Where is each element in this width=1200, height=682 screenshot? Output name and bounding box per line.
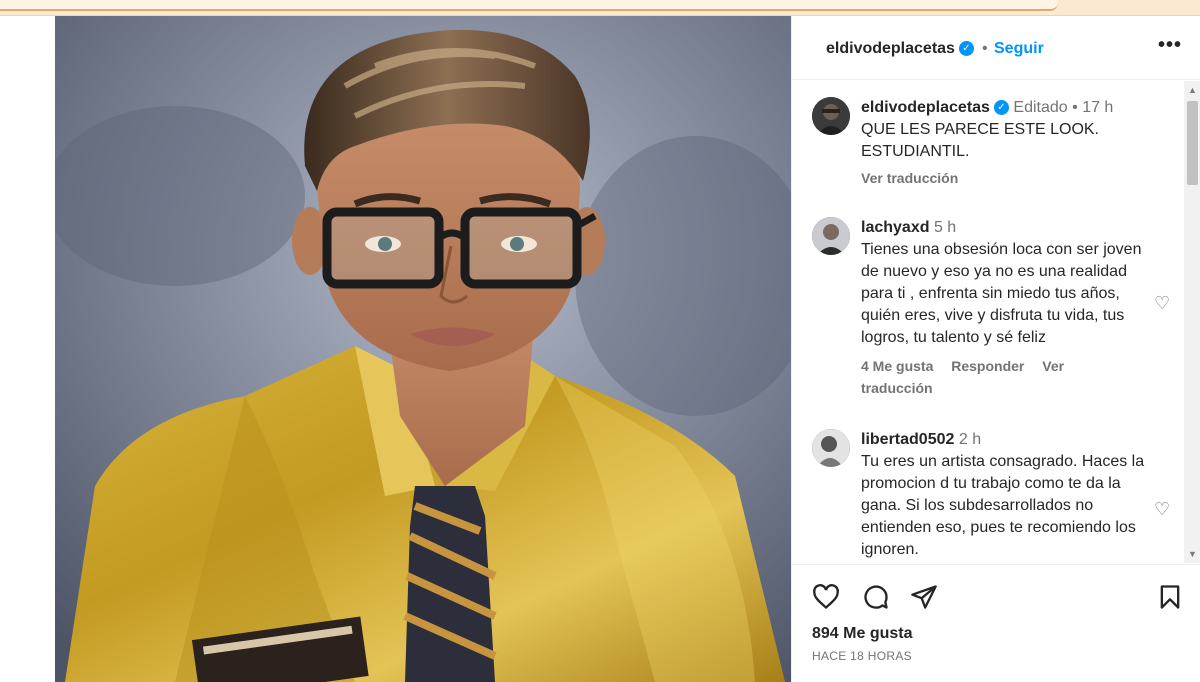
post-likes-count[interactable]: 894 Me gusta [812,625,912,643]
reply-button[interactable]: Responder [951,358,1024,374]
post-image[interactable] [55,16,791,682]
post-header: eldivodeplacetas ✓ • Seguir ••• [792,16,1200,80]
scroll-down-arrow-icon[interactable]: ▼ [1188,549,1197,559]
caption-time[interactable]: 17 h [1082,99,1113,116]
comment-icon[interactable] [862,583,890,611]
caption-body: eldivodeplacetas ✓ Editado • 17 h QUE LES… [861,97,1151,189]
verified-badge-icon: ✓ [958,41,974,57]
caption-username[interactable]: eldivodeplacetas [861,99,990,116]
header-username[interactable]: eldivodeplacetas ✓ [826,40,974,58]
comments-list[interactable]: eldivodeplacetas ✓ Editado • 17 h QUE LES… [792,81,1200,563]
avatar[interactable] [812,217,850,255]
browser-tab-edge [0,0,1058,11]
comment-body: lachyaxd 5 h Tienes una obsesión loca co… [861,217,1151,399]
comment-text: Tu eres un artista consagrado. Haces la … [861,453,1145,558]
share-icon[interactable] [910,583,938,611]
scroll-up-arrow-icon[interactable]: ▲ [1188,85,1197,95]
caption-text-line1: QUE LES PARECE ESTE LOOK. [861,121,1099,138]
follow-button[interactable]: Seguir [994,40,1044,58]
comment-like-heart-icon[interactable]: ♡ [1154,293,1170,314]
comment-body: libertad0502 2 h Tu eres un artista cons… [861,429,1151,561]
verified-badge-icon: ✓ [993,100,1009,116]
comment-like-heart-icon[interactable]: ♡ [1154,499,1170,520]
avatar[interactable] [812,97,850,135]
heart-icon[interactable] [812,583,840,611]
comment-username[interactable]: libertad0502 [861,431,954,448]
see-translation-link[interactable]: Ver traducción [861,170,958,186]
meta-separator: • [1072,99,1078,116]
comment-username[interactable]: lachyaxd [861,219,929,236]
comments-scrollbar[interactable]: ▲ ▼ [1184,81,1200,563]
comment-text: Tienes una obsesión loca con ser joven d… [861,241,1142,346]
more-options-icon[interactable]: ••• [1158,34,1182,57]
caption-text-line2: ESTUDIANTIL. [861,143,970,160]
bookmark-icon[interactable] [1156,583,1184,611]
scrollbar-thumb[interactable] [1187,101,1198,185]
edited-label: Editado [1013,99,1068,116]
header-username-text[interactable]: eldivodeplacetas [826,40,955,57]
action-icons-row [812,583,1192,613]
post-actions-footer: 894 Me gusta HACE 18 HORAS [792,564,1200,682]
post-timestamp[interactable]: HACE 18 HORAS [812,649,912,663]
comment-likes-count[interactable]: 4 Me gusta [861,358,933,374]
post-side-panel: eldivodeplacetas ✓ • Seguir ••• eldivodep… [791,16,1200,682]
avatar[interactable] [812,429,850,467]
comment-time[interactable]: 2 h [959,431,981,448]
browser-top-strip [0,0,1200,16]
comment-time[interactable]: 5 h [934,219,956,236]
header-separator: • [982,40,988,57]
